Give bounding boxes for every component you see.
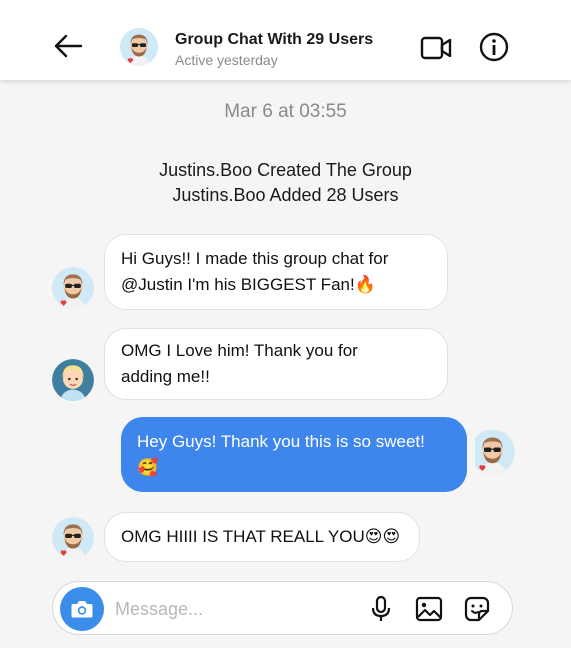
system-message: Justins.Boo Created The Group [159,160,412,180]
message-bubble-outgoing[interactable]: Hey Guys! Thank you this is so sweet! 🥰 [121,417,467,492]
message-text: OMG I Love him! Thank you for adding me!… [121,341,358,386]
chat-title[interactable]: Group Chat With 29 Users [175,31,373,49]
message-text: Hi Guys!! I made this group chat for @Ju… [121,249,389,294]
group-avatar[interactable] [120,28,158,66]
sender-avatar[interactable] [52,517,94,559]
message-bubble[interactable]: Hi Guys!! I made this group chat for @Ju… [104,234,448,310]
message-bubble[interactable]: OMG HIIII IS THAT REALL YOU😍😍 [104,512,420,562]
video-call-icon[interactable] [419,33,453,63]
message-input[interactable] [115,596,345,622]
sender-avatar[interactable] [52,359,94,401]
own-avatar[interactable] [475,424,521,480]
system-message: Justins.Boo Added 28 Users [172,185,399,205]
info-icon[interactable] [478,31,510,63]
sticker-icon[interactable] [463,595,491,623]
message-composer [52,581,513,635]
camera-icon[interactable] [60,587,104,631]
chat-status: Active yesterday [175,52,278,68]
chat-header: Group Chat With 29 Users Active yesterda… [0,0,571,80]
message-bubble[interactable]: OMG I Love him! Thank you for adding me!… [104,328,448,400]
chat-timestamp: Mar 6 at 03:55 [224,101,347,122]
message-text: OMG HIIII IS THAT REALL YOU😍😍 [121,527,401,546]
microphone-icon[interactable] [369,595,393,623]
gallery-icon[interactable] [415,596,443,622]
sender-avatar[interactable] [52,267,94,309]
back-arrow-icon[interactable] [50,28,86,64]
message-text: Hey Guys! Thank you this is so sweet! 🥰 [137,431,425,477]
